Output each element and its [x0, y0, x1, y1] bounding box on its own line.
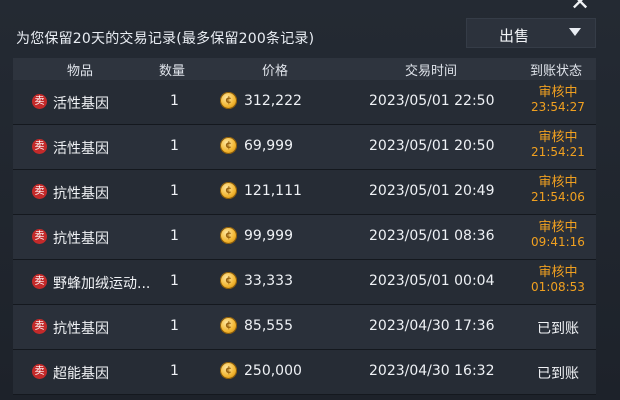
coin-icon: ¢ [220, 272, 237, 289]
quantity: 1 [170, 183, 179, 199]
status-text: 审核中 [538, 220, 578, 235]
status-pending: 审核中 01:08:53 [528, 265, 588, 295]
chevron-down-icon [569, 28, 581, 36]
table-row[interactable]: 卖超能基因 1 ¢ 250,000 2023/04/30 16:32 已到账 [13, 350, 596, 395]
trade-time: 2023/04/30 16:32 [369, 363, 495, 379]
price: 33,333 [244, 273, 293, 289]
table-row[interactable]: 卖野蜂加绒运动... 1 ¢ 33,333 2023/05/01 00:04 审核中 01:… [13, 260, 596, 305]
price: 121,111 [244, 183, 302, 199]
item-name: 抗性基因 [53, 321, 109, 337]
close-icon[interactable]: ✕ [560, 0, 600, 14]
table-body: 卖活性基因 1 ¢ 312,222 2023/05/01 22:50 审核中 23:54:2… [13, 80, 596, 395]
status-countdown: 21:54:21 [531, 145, 585, 159]
sell-badge: 卖 [32, 364, 47, 379]
coin-icon: ¢ [220, 182, 237, 199]
quantity: 1 [170, 138, 179, 154]
trade-time: 2023/04/30 17:36 [369, 318, 495, 334]
price: 85,555 [244, 318, 293, 334]
sell-badge: 卖 [32, 319, 47, 334]
trade-time: 2023/05/01 08:36 [369, 228, 495, 244]
quantity: 1 [170, 363, 179, 379]
trade-time: 2023/05/01 22:50 [369, 93, 495, 109]
status-received: 已到账 [537, 366, 579, 382]
column-header-price: 价格 [262, 64, 289, 79]
quantity: 1 [170, 318, 179, 334]
status-countdown: 01:08:53 [531, 280, 585, 294]
sell-badge: 卖 [32, 139, 47, 154]
item-name: 活性基因 [53, 141, 109, 157]
status-pending: 审核中 21:54:06 [528, 175, 588, 205]
column-header-item: 物品 [67, 64, 94, 79]
trade-history-panel: 为您保留20天的交易记录(最多保留200条记录) ✕ 出售 物品 数量 价格 交… [0, 0, 620, 400]
status-text: 审核中 [538, 130, 578, 145]
item-name: 活性基因 [53, 96, 109, 112]
status-received: 已到账 [537, 321, 579, 337]
table-row[interactable]: 卖活性基因 1 ¢ 69,999 2023/05/01 20:50 审核中 21:54:21 [13, 125, 596, 170]
price: 250,000 [244, 363, 302, 379]
table-row[interactable]: 卖抗性基因 1 ¢ 99,999 2023/05/01 08:36 审核中 09:41:16 [13, 215, 596, 260]
page-title: 为您保留20天的交易记录(最多保留200条记录) [16, 31, 315, 47]
quantity: 1 [170, 93, 179, 109]
header: 为您保留20天的交易记录(最多保留200条记录) ✕ 出售 [0, 0, 620, 58]
item-name: 抗性基因 [53, 186, 109, 202]
status-text: 审核中 [538, 265, 578, 280]
sell-badge: 卖 [32, 94, 47, 109]
trade-table: 物品 数量 价格 交易时间 到账状态 卖活性基因 1 ¢ 312,222 2023/05… [13, 58, 596, 400]
trade-time: 2023/05/01 20:50 [369, 138, 495, 154]
trade-time: 2023/05/01 20:49 [369, 183, 495, 199]
status-text: 审核中 [538, 175, 578, 190]
status-text: 审核中 [538, 85, 578, 100]
coin-icon: ¢ [220, 92, 237, 109]
item-name: 野蜂加绒运动... [53, 276, 151, 292]
item-name: 超能基因 [53, 366, 109, 382]
status-pending: 审核中 09:41:16 [528, 220, 588, 250]
quantity: 1 [170, 273, 179, 289]
coin-icon: ¢ [220, 227, 237, 244]
table-row[interactable]: 卖抗性基因 1 ¢ 121,111 2023/05/01 20:49 审核中 21:54:0… [13, 170, 596, 215]
coin-icon: ¢ [220, 362, 237, 379]
status-countdown: 21:54:06 [531, 190, 585, 204]
table-header: 物品 数量 价格 交易时间 到账状态 [13, 58, 596, 80]
status-countdown: 23:54:27 [531, 100, 585, 114]
trade-time: 2023/05/01 00:04 [369, 273, 495, 289]
status-pending: 审核中 21:54:21 [528, 130, 588, 160]
sell-badge: 卖 [32, 274, 47, 289]
price: 99,999 [244, 228, 293, 244]
item-name: 抗性基因 [53, 231, 109, 247]
table-row[interactable]: 卖抗性基因 1 ¢ 85,555 2023/04/30 17:36 已到账 [13, 305, 596, 350]
quantity: 1 [170, 228, 179, 244]
column-header-qty: 数量 [159, 64, 186, 79]
price: 69,999 [244, 138, 293, 154]
coin-icon: ¢ [220, 137, 237, 154]
status-countdown: 09:41:16 [531, 235, 585, 249]
table-row[interactable]: 卖活性基因 1 ¢ 312,222 2023/05/01 22:50 审核中 23:54:2… [13, 80, 596, 125]
sell-badge: 卖 [32, 229, 47, 244]
coin-icon: ¢ [220, 317, 237, 334]
status-pending: 审核中 23:54:27 [528, 85, 588, 115]
sell-badge: 卖 [32, 184, 47, 199]
trade-type-select[interactable]: 出售 [466, 18, 596, 48]
column-header-time: 交易时间 [405, 64, 458, 79]
column-header-status: 到账状态 [530, 64, 583, 79]
price: 312,222 [244, 93, 302, 109]
trade-type-value: 出售 [499, 27, 530, 45]
